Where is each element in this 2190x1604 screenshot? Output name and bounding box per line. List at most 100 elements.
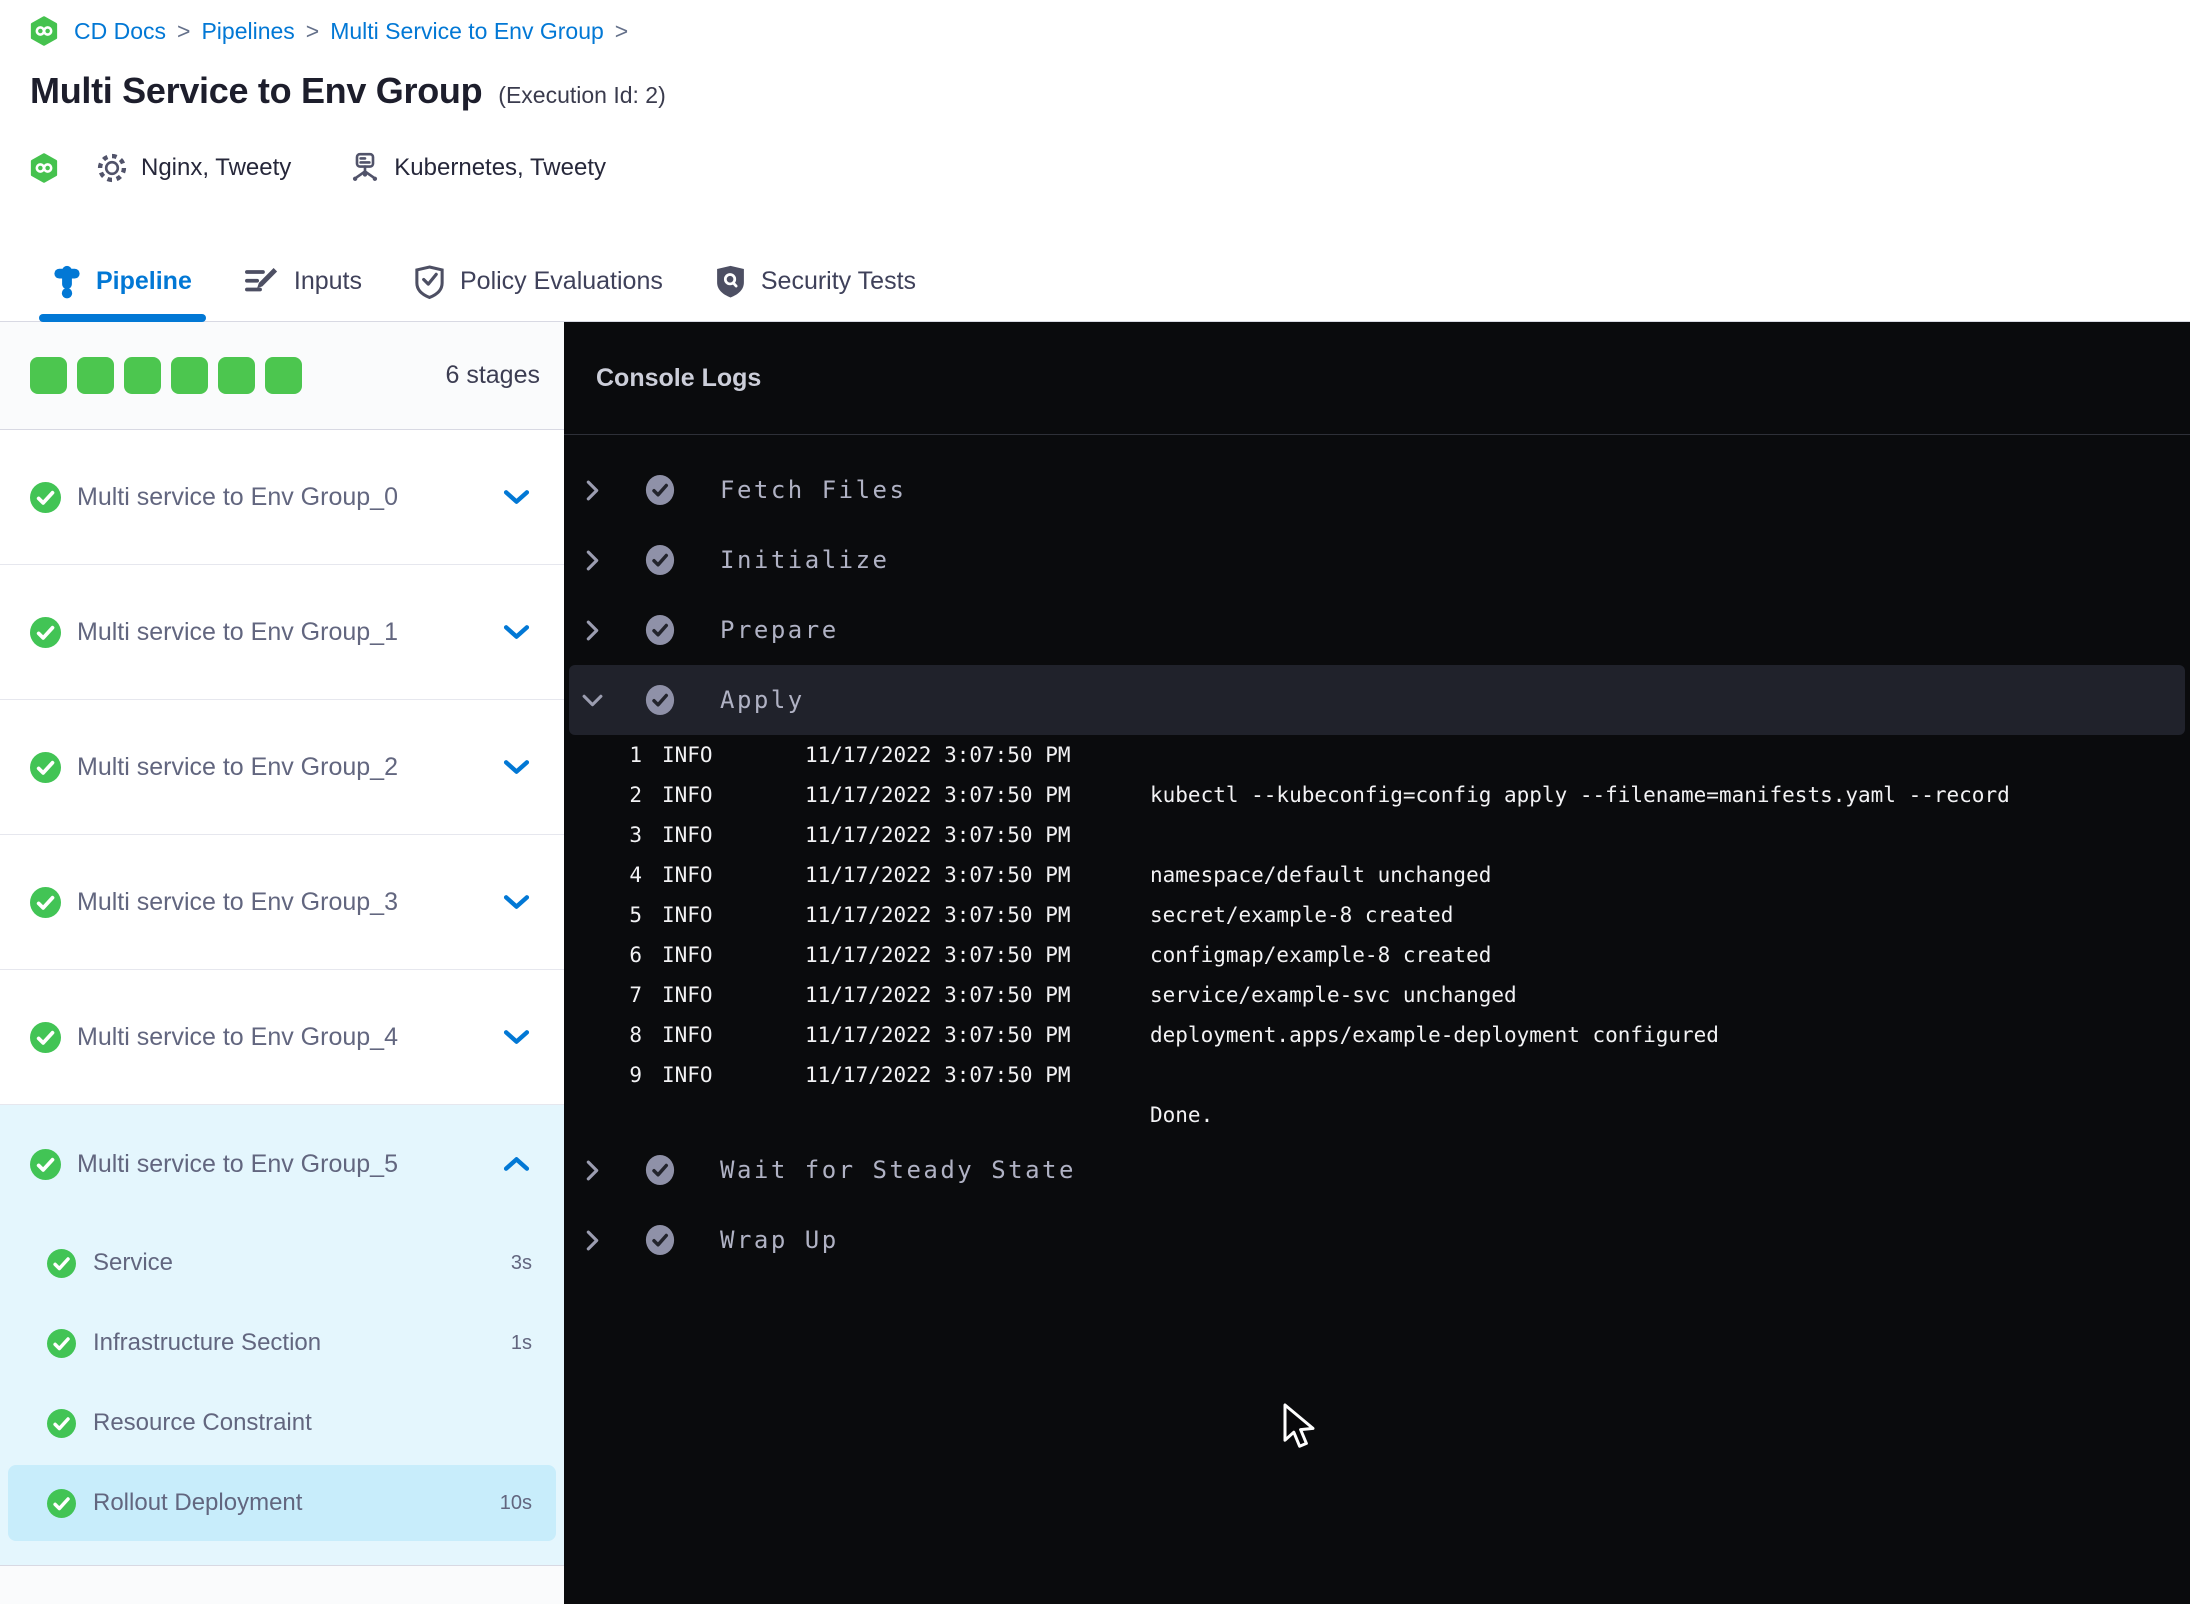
log-line-number: 8	[629, 1023, 642, 1047]
step-row[interactable]: Rollout Deployment 10s	[8, 1465, 556, 1541]
chevron-down-icon[interactable]	[503, 1029, 530, 1045]
stage-row[interactable]: Multi service to Env Group_1	[0, 565, 564, 700]
tab-policy-evaluations[interactable]: Policy Evaluations	[414, 242, 663, 321]
tab-label: Pipeline	[96, 267, 192, 295]
success-check-icon	[30, 1021, 61, 1053]
log-level: INFO	[662, 743, 713, 767]
sidebar-filler	[0, 1566, 564, 1604]
chevron-down-icon[interactable]	[503, 759, 530, 775]
stage-progress-square[interactable]	[30, 357, 67, 394]
stage-label: Multi service to Env Group_4	[77, 1022, 398, 1051]
page-header: CD Docs > Pipelines > Multi Service to Env G…	[0, 0, 2190, 322]
services-label: Nginx, Tweety	[141, 154, 292, 181]
log-lines: 1 INFO 11/17/2022 3:07:50 PM 2 INFO 11/1…	[564, 735, 2190, 1135]
log-line-number: 6	[629, 943, 642, 967]
stage-progress-square[interactable]	[124, 357, 161, 394]
stage-progress-square[interactable]	[171, 357, 208, 394]
console-logs-header: Console Logs	[564, 322, 2190, 435]
breadcrumb-link[interactable]: Pipelines	[201, 18, 294, 44]
chevron-right-icon[interactable]	[585, 1229, 601, 1252]
log-message: deployment.apps/example-deployment confi…	[1150, 1023, 1719, 1047]
success-check-icon	[30, 481, 61, 513]
breadcrumb-link[interactable]: Multi Service to Env Group	[330, 18, 604, 44]
log-timestamp: 11/17/2022 3:07:50 PM	[805, 943, 1071, 967]
success-check-icon	[47, 1328, 76, 1358]
log-line: 3 INFO 11/17/2022 3:07:50 PM	[564, 815, 2190, 855]
console-step-label: Prepare	[720, 616, 839, 644]
chevron-right-icon[interactable]	[585, 1159, 601, 1182]
console-step-section[interactable]: Apply	[569, 665, 2185, 735]
chevron-down-icon[interactable]	[582, 689, 603, 712]
content-area: 6 stages Multi service to Env Group_0 Mu…	[0, 322, 2190, 1604]
chevron-right-icon[interactable]	[585, 549, 601, 572]
pipeline-execution-page: CD Docs > Pipelines > Multi Service to Env G…	[0, 0, 2190, 1604]
stage-label: Multi service to Env Group_3	[77, 887, 398, 916]
log-timestamp: 11/17/2022 3:07:50 PM	[805, 783, 1071, 807]
expanded-stage: Multi service to Env Group_5 Service 3s …	[0, 1105, 564, 1566]
chevron-down-icon[interactable]	[503, 489, 530, 505]
tab-label: Policy Evaluations	[459, 267, 663, 295]
log-message: service/example-svc unchanged	[1150, 983, 1517, 1007]
log-timestamp: 11/17/2022 3:07:50 PM	[805, 983, 1071, 1007]
stage-label: Multi service to Env Group_2	[77, 752, 398, 781]
stage-progress-square[interactable]	[218, 357, 255, 394]
stage-label: Multi service to Env Group_0	[77, 482, 398, 511]
console-step-section[interactable]: Fetch Files	[564, 455, 2190, 525]
stage-row[interactable]: Multi service to Env Group_3	[0, 835, 564, 970]
execution-id: (Execution Id: 2)	[498, 82, 666, 108]
stage-row[interactable]: Multi service to Env Group_0	[0, 430, 564, 565]
log-level: INFO	[662, 1063, 713, 1087]
chevron-right-icon[interactable]	[585, 619, 601, 642]
log-timestamp: 11/17/2022 3:07:50 PM	[805, 863, 1071, 887]
harness-logo-icon	[30, 16, 58, 46]
tab-inputs[interactable]: Inputs	[244, 242, 362, 321]
chevron-down-icon[interactable]	[503, 894, 530, 910]
stage-label: Multi service to Env Group_5	[77, 1149, 398, 1178]
log-message: secret/example-8 created	[1150, 903, 1454, 927]
log-message: namespace/default unchanged	[1150, 863, 1492, 887]
console-step-label: Wait for Steady State	[720, 1156, 1076, 1184]
console-step-label: Initialize	[720, 546, 890, 574]
log-line: 4 INFO 11/17/2022 3:07:50 PM namespace/d…	[564, 855, 2190, 895]
success-check-icon	[30, 751, 61, 783]
console-step-section[interactable]: Wrap Up	[564, 1205, 2190, 1275]
title-row: Multi Service to Env Group (Execution Id…	[30, 70, 666, 112]
step-row[interactable]: Infrastructure Section 1s	[0, 1303, 564, 1383]
success-check-icon	[47, 1408, 76, 1438]
log-line-number: 4	[629, 863, 642, 887]
execution-meta: Nginx, Tweety Kubernetes, Tweety	[30, 146, 606, 190]
chevron-right-icon[interactable]	[585, 479, 601, 502]
log-timestamp: 11/17/2022 3:07:50 PM	[805, 823, 1071, 847]
log-line-number: 3	[629, 823, 642, 847]
step-duration: 1s	[510, 1331, 532, 1354]
success-check-icon	[47, 1248, 76, 1278]
stage-row[interactable]: Multi service to Env Group_2	[0, 700, 564, 835]
console-logs-title: Console Logs	[596, 363, 762, 392]
log-level: INFO	[662, 943, 713, 967]
stage-row[interactable]: Multi service to Env Group_4	[0, 970, 564, 1105]
console-body: Fetch Files Initialize Prepare Apply 1 I…	[564, 435, 2190, 1275]
success-check-icon	[645, 544, 675, 576]
stage-row[interactable]: Multi service to Env Group_5	[0, 1105, 564, 1223]
breadcrumb-link[interactable]: CD Docs	[74, 18, 166, 44]
console-step-section[interactable]: Wait for Steady State	[564, 1135, 2190, 1205]
stage-progress-square[interactable]	[77, 357, 114, 394]
log-level: INFO	[662, 983, 713, 1007]
chevron-up-icon[interactable]	[503, 1156, 530, 1172]
step-row[interactable]: Service 3s	[0, 1223, 564, 1303]
tab-pipeline[interactable]: Pipeline	[39, 242, 206, 322]
log-level: INFO	[662, 903, 713, 927]
log-line-number: 2	[629, 783, 642, 807]
console-step-section[interactable]: Prepare	[564, 595, 2190, 665]
step-duration: 10s	[499, 1491, 532, 1514]
log-line: 5 INFO 11/17/2022 3:07:50 PM secret/exam…	[564, 895, 2190, 935]
stage-progress-square[interactable]	[265, 357, 302, 394]
step-label: Infrastructure Section	[93, 1329, 322, 1356]
log-level: INFO	[662, 1023, 713, 1047]
tab-security-tests[interactable]: Security Tests	[715, 242, 916, 321]
log-line: Done.	[564, 1095, 2190, 1135]
console-step-section[interactable]: Initialize	[564, 525, 2190, 595]
chevron-down-icon[interactable]	[503, 624, 530, 640]
step-row[interactable]: Resource Constraint	[0, 1383, 564, 1463]
log-line-number: 5	[629, 903, 642, 927]
